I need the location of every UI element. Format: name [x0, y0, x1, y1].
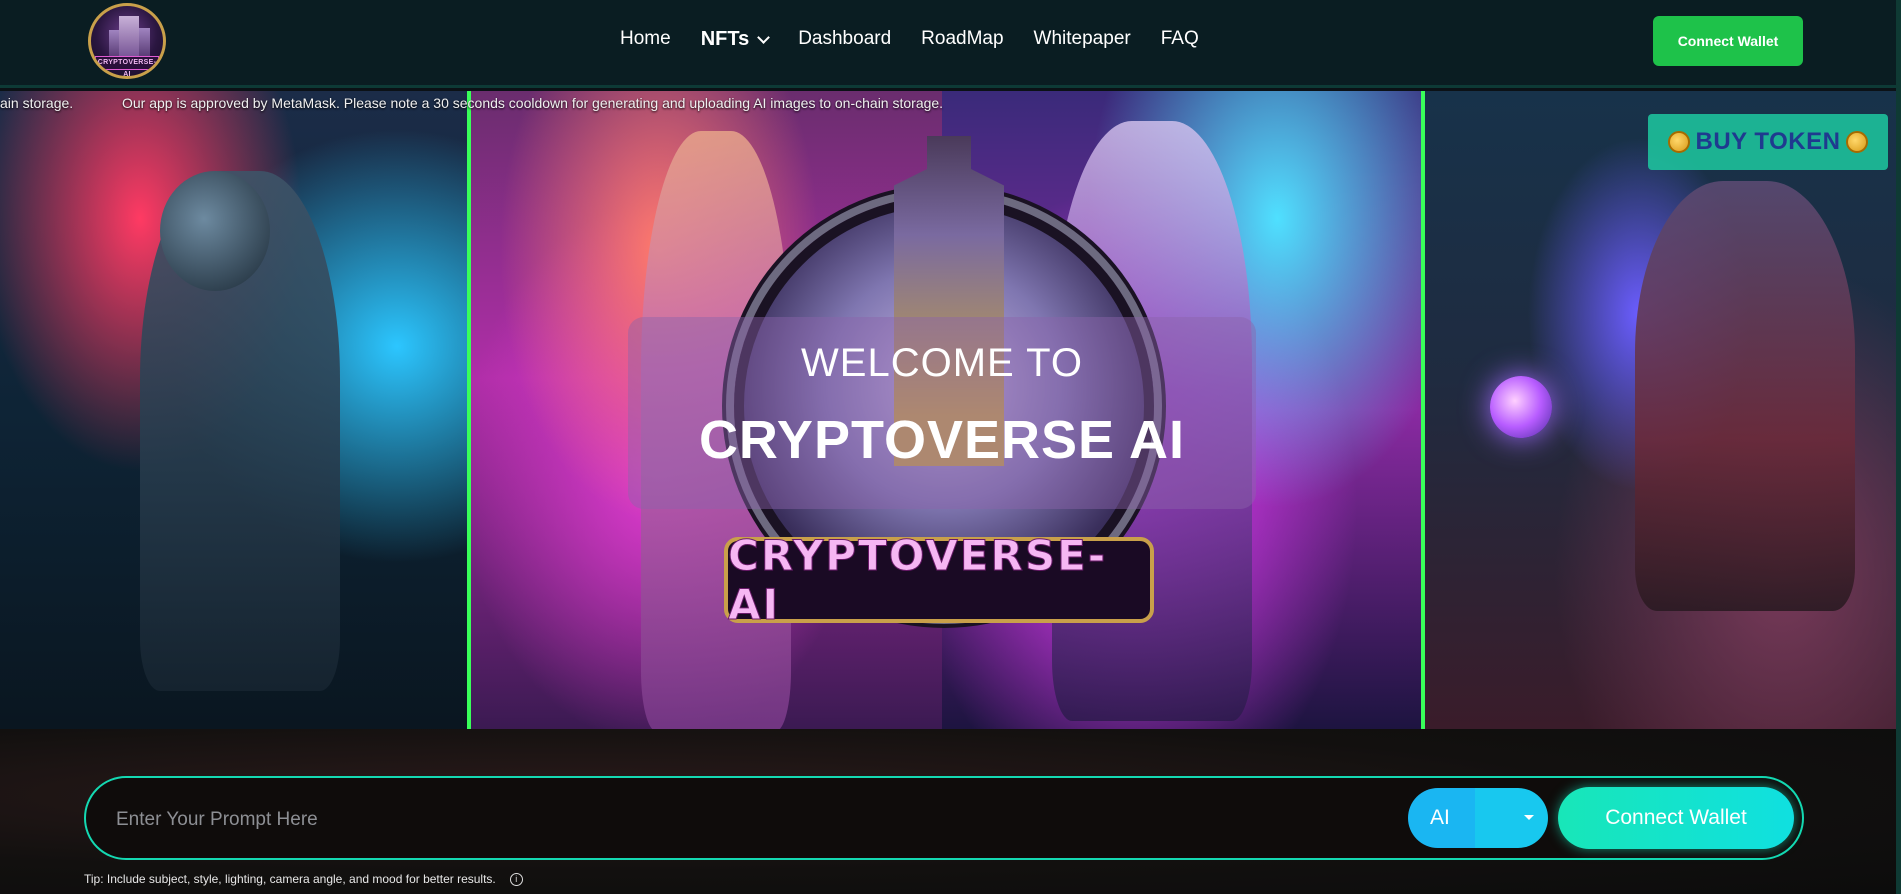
main-nav: Home NFTs Dashboard RoadMap Whitepaper F… [620, 0, 1229, 78]
chevron-down-icon [757, 30, 771, 44]
caret-down-icon [1524, 815, 1534, 820]
wizard-figure [1635, 181, 1855, 611]
nav-nfts[interactable]: NFTs [700, 27, 771, 51]
model-select-value: AI [1430, 806, 1450, 829]
site-logo[interactable]: CRYPTOVERSE-AI [88, 3, 166, 79]
crystal-orb [1490, 376, 1552, 438]
announcement-ticker: ain storage. Our app is approved by Meta… [0, 95, 1901, 117]
top-navbar: CRYPTOVERSE-AI Home NFTs Dashboard RoadM… [0, 0, 1901, 88]
ticker-message: Our app is approved by MetaMask. Please … [122, 95, 944, 111]
prompt-input[interactable] [116, 798, 1356, 842]
welcome-title: CRYPTOVERSE AI [698, 410, 1186, 470]
buy-token-label: BUY TOKEN [1695, 128, 1841, 155]
connect-wallet-button[interactable]: Connect Wallet [1653, 16, 1803, 66]
connect-wallet-generate-button[interactable]: Connect Wallet [1558, 787, 1794, 849]
soldier-helmet [160, 171, 270, 291]
prompt-bar: AI Connect Wallet [84, 776, 1804, 860]
prompt-section: AI Connect Wallet Tip: Include subject, … [0, 729, 1901, 894]
nav-nfts-label: NFTs [700, 27, 750, 50]
emblem-banner-text: CRYPTOVERSE-AI [728, 531, 1108, 630]
hero-section: ain storage. Our app is approved by Meta… [0, 91, 1901, 729]
nav-whitepaper[interactable]: Whitepaper [1034, 28, 1131, 50]
ticker-fragment: ain storage. [0, 95, 74, 111]
hero-image-armored-soldier [0, 91, 467, 729]
info-icon[interactable]: i [509, 872, 523, 886]
model-select[interactable]: AI [1408, 788, 1548, 848]
emblem-banner: CRYPTOVERSE-AI [724, 531, 1154, 630]
prompt-tip-text: Tip: Include subject, style, lighting, c… [84, 872, 496, 886]
coin-icon [1846, 131, 1869, 153]
welcome-subtitle: WELCOME TO [801, 341, 1083, 385]
nav-home[interactable]: Home [620, 28, 671, 50]
hero-image-wizard [1425, 91, 1901, 729]
coin-icon [1667, 131, 1690, 153]
nav-faq[interactable]: FAQ [1161, 28, 1199, 50]
buy-token-button[interactable]: BUY TOKEN [1648, 114, 1888, 170]
prompt-tip: Tip: Include subject, style, lighting, c… [84, 872, 523, 886]
nav-dashboard[interactable]: Dashboard [798, 28, 891, 50]
page-scrollbar[interactable] [1896, 0, 1901, 894]
logo-text: CRYPTOVERSE-AI [95, 56, 159, 76]
nav-roadmap[interactable]: RoadMap [921, 28, 1003, 50]
